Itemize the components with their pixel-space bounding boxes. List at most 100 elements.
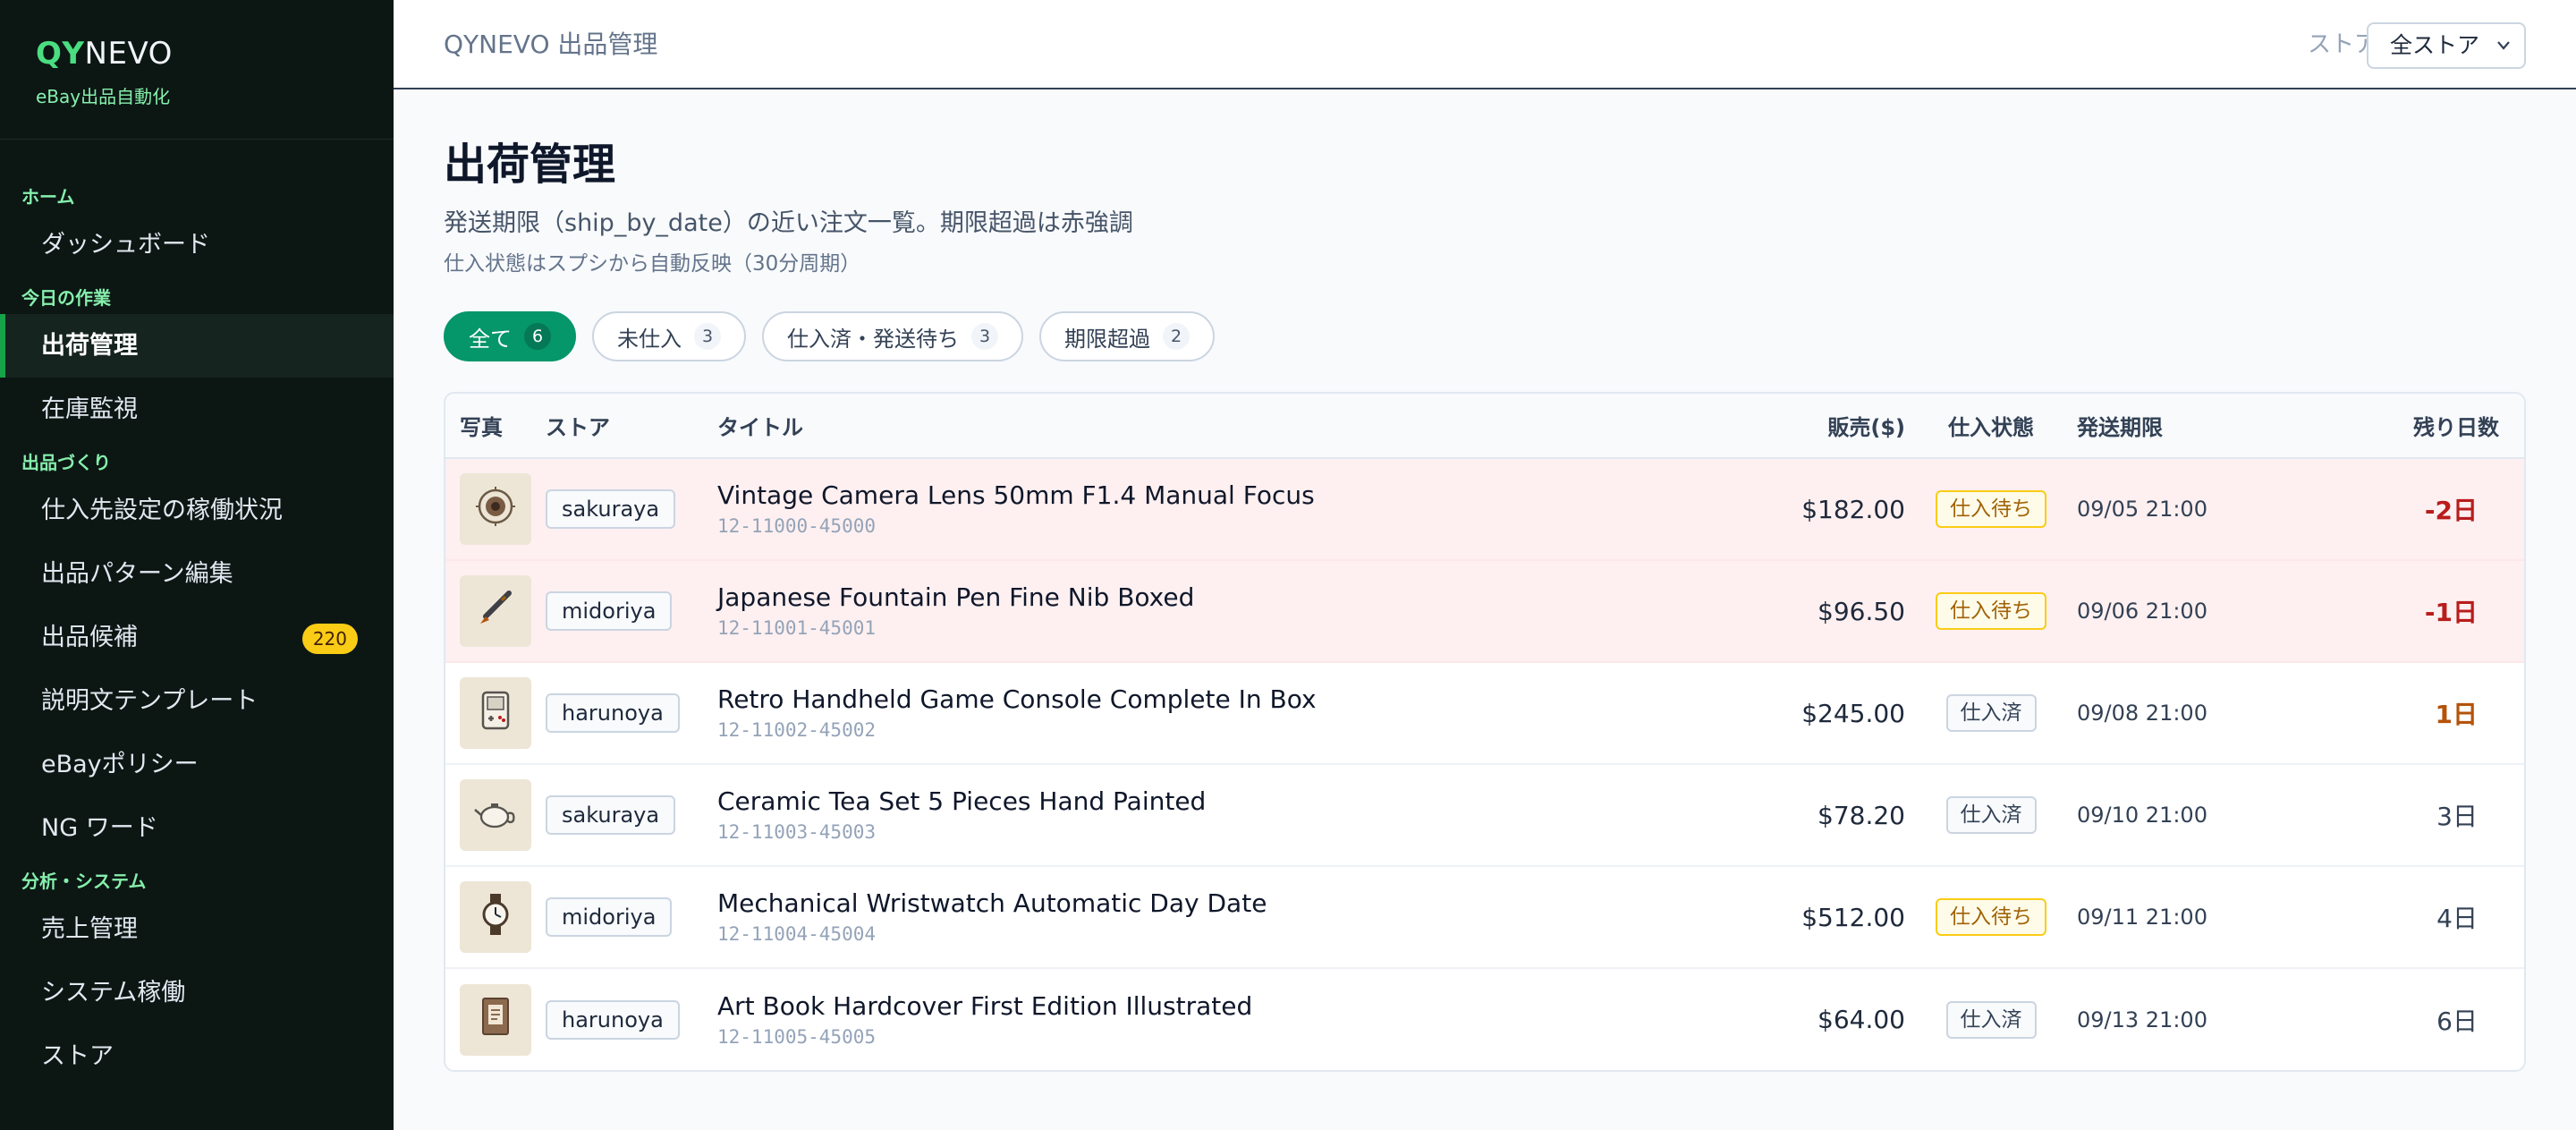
sidebar-nav: ホーム ダッシュボード 今日の作業 出荷管理 在庫監視 出品づくり 仕入先設定の稼働状況 出品… [0,140,394,1088]
sidebar-item[interactable]: NG ワード [0,796,394,860]
sale-price: $64.00 [1818,1005,1905,1034]
store-tag: harunoya [546,693,680,733]
store-tag: harunoya [546,999,680,1040]
sidebar-item-label: 売上管理 [41,915,138,943]
order-id: 12-11004-45004 [717,923,877,945]
page-note: 仕入状態はスプシから自動反映（30分周期） [444,252,861,276]
store-tag: midoriya [546,897,673,937]
product-title[interactable]: Art Book Hardcover First Edition Illustr… [717,990,1762,1023]
sale-price: $182.00 [1801,494,1905,524]
remaining-days: -2日 [2424,496,2478,525]
filter-chip-label: 期限超過 [1064,326,1150,352]
col-price[interactable]: 販売($) [1776,394,1919,458]
filter-chip-count: 3 [694,323,721,350]
sidebar-item[interactable]: ダッシュボード [0,213,394,276]
product-photo[interactable] [460,677,531,749]
product-title[interactable]: Retro Handheld Game Console Complete In … [717,684,1762,716]
product-title[interactable]: Ceramic Tea Set 5 Pieces Hand Painted [717,786,1762,818]
camera-lens-icon [473,484,518,535]
sidebar-item[interactable]: 在庫監視 [0,378,394,441]
sidebar-item[interactable]: 出荷管理 [0,314,394,378]
filter-chip[interactable]: 仕入済・発送待ち 3 [762,311,1023,361]
product-photo[interactable] [460,779,531,851]
book-icon [473,994,518,1045]
filter-chip[interactable]: 未仕入 3 [592,311,746,361]
col-due[interactable]: 発送期限 [2063,394,2277,458]
sale-price: $512.00 [1801,902,1905,932]
remaining-days: 6日 [2436,1006,2478,1036]
nav-section-heading: 分析・システム [21,871,147,892]
game-console-icon [473,688,518,739]
filter-chip[interactable]: 全て 6 [444,311,576,361]
sidebar-item-label: システム稼働 [41,979,186,1007]
sidebar-item-label: ストア [41,1042,114,1070]
purchase-status-badge: 仕入済 [1945,1000,2037,1039]
sale-price: $78.20 [1818,800,1905,830]
table-row[interactable]: sakuraya Vintage Camera Lens 50mm F1.4 M… [445,458,2524,560]
sidebar-item[interactable]: 説明文テンプレート [0,669,394,733]
filter-chip-count: 2 [1163,323,1190,350]
sidebar-item-label: 説明文テンプレート [41,687,258,715]
product-photo[interactable] [460,881,531,953]
sidebar-item-label: 在庫監視 [41,395,138,423]
product-photo[interactable] [460,983,531,1056]
top-header: QYNEVO 出品管理 ストア 全ストア [394,0,2576,89]
filter-chip-count: 3 [971,323,998,350]
product-photo[interactable] [460,575,531,647]
ship-by-date: 09/08 21:00 [2077,701,2207,726]
sidebar-item-label: 出品パターン編集 [41,560,233,588]
table-header-row: 写真 ストア タイトル 販売($) 仕入状態 発送期限 残り日数 [445,394,2524,458]
sidebar-item-label: NG ワード [41,814,158,842]
col-status[interactable]: 仕入状態 [1919,394,2063,458]
store-tag: sakuraya [546,795,676,835]
sidebar-item-label: eBayポリシー [41,751,199,778]
wristwatch-icon [473,892,518,943]
main-content: 出荷管理 発送期限（ship_by_date）の近い注文一覧。期限超過は赤強調 … [444,89,2526,1072]
store-tag: sakuraya [546,489,676,529]
product-photo[interactable] [460,473,531,545]
filter-chip-label: 未仕入 [617,326,682,352]
col-remaining[interactable]: 残り日数 [2277,394,2524,458]
table-row[interactable]: sakuraya Ceramic Tea Set 5 Pieces Hand P… [445,764,2524,866]
product-title[interactable]: Mechanical Wristwatch Automatic Day Date [717,888,1762,920]
order-id: 12-11005-45005 [717,1025,877,1048]
filter-chip-count: 6 [524,323,551,350]
remaining-days: 3日 [2436,802,2478,831]
sale-price: $96.50 [1818,596,1905,626]
table-row[interactable]: harunoya Art Book Hardcover First Editio… [445,968,2524,1070]
sidebar-item[interactable]: ストア [0,1024,394,1088]
sidebar-item-label: 仕入先設定の稼働状況 [41,497,283,524]
logo-subtitle: eBay出品自動化 [36,86,171,107]
sidebar-item[interactable]: 仕入先設定の稼働状況 [0,479,394,542]
nav-section-heading: ホーム [21,186,75,208]
purchase-status-badge: 仕入待ち [1936,592,2046,630]
remaining-days: 1日 [2435,700,2478,729]
col-title: タイトル [717,415,803,440]
col-photo: 写真 [460,415,503,440]
purchase-status-badge: 仕入済 [1945,694,2037,732]
table-row[interactable]: harunoya Retro Handheld Game Console Com… [445,662,2524,764]
fountain-pen-icon [473,586,518,637]
sidebar-item[interactable]: システム稼働 [0,961,394,1024]
ship-by-date: 09/06 21:00 [2077,599,2207,624]
sidebar-item-label: 出荷管理 [41,332,138,360]
filter-chip[interactable]: 期限超過 2 [1039,311,1215,361]
logo[interactable]: QYNEVO [36,36,358,72]
order-id: 12-11001-45001 [717,617,877,639]
table-row[interactable]: midoriya Mechanical Wristwatch Automatic… [445,866,2524,968]
orders-table: 写真 ストア タイトル 販売($) 仕入状態 発送期限 残り日数 sakuray… [444,392,2526,1072]
order-id: 12-11000-45000 [717,515,877,537]
remaining-days: 4日 [2436,904,2478,933]
sidebar-item[interactable]: 売上管理 [0,897,394,961]
table-row[interactable]: midoriya Japanese Fountain Pen Fine Nib … [445,560,2524,662]
product-title[interactable]: Vintage Camera Lens 50mm F1.4 Manual Foc… [717,480,1762,512]
sidebar-item[interactable]: 出品パターン編集 [0,542,394,606]
sidebar: QYNEVO eBay出品自動化 ホーム ダッシュボード 今日の作業 出荷管理 在庫監視… [0,0,394,1130]
product-title[interactable]: Japanese Fountain Pen Fine Nib Boxed [717,582,1762,614]
sidebar-item[interactable]: eBayポリシー [0,733,394,796]
brand: QYNEVO eBay出品自動化 [0,0,394,140]
logo-accent: QY [36,36,85,72]
ship-by-date: 09/13 21:00 [2077,1007,2207,1032]
sidebar-item[interactable]: 出品候補 220 [0,606,394,669]
store-select[interactable]: 全ストア [2367,22,2526,69]
